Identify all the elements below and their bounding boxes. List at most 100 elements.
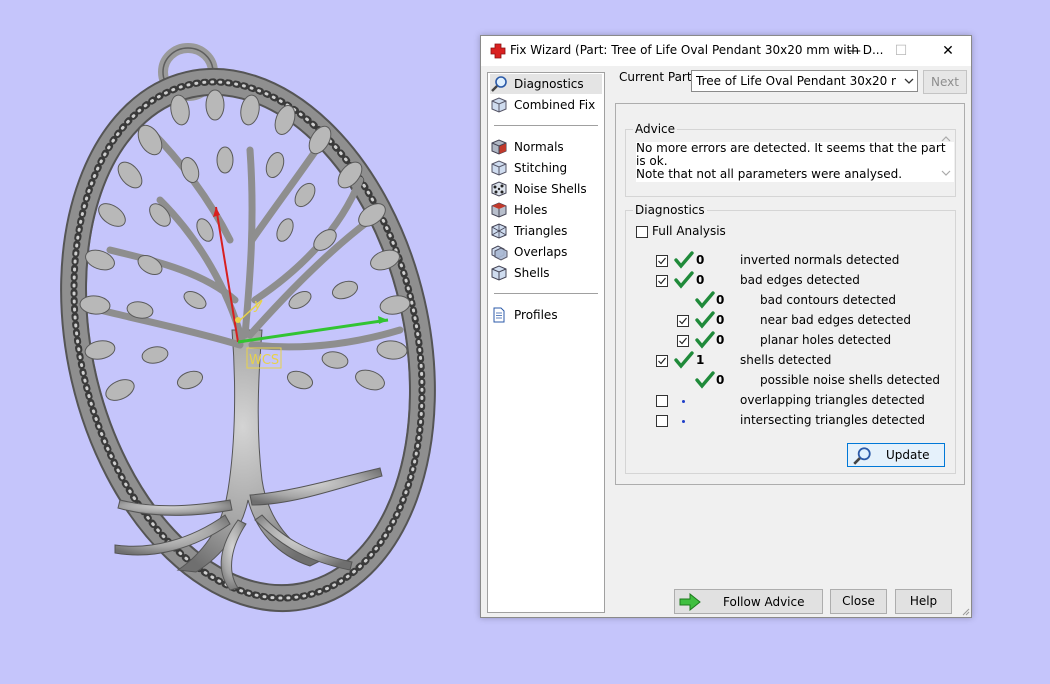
nav-item-noise-shells[interactable]: Noise Shells	[490, 179, 587, 199]
row-checkbox[interactable]	[656, 355, 668, 367]
follow-advice-button[interactable]: Follow Advice	[674, 589, 823, 614]
row-label: shells detected	[740, 353, 832, 367]
row-label: bad contours detected	[760, 293, 896, 307]
check-ok-icon	[674, 251, 694, 269]
chevron-down-icon	[904, 78, 914, 84]
row-label: possible noise shells detected	[760, 373, 941, 387]
help-button[interactable]: Help	[895, 589, 952, 614]
diagnostics-group-title: Diagnostics	[633, 203, 707, 217]
nav-item-stitching[interactable]: Stitching	[490, 158, 567, 178]
fix-wizard-dialog: Fix Wizard (Part: Tree of Life Oval Pend…	[480, 35, 972, 618]
content-panel: Advice No more errors are detected. It s…	[615, 103, 965, 485]
3d-viewport[interactable]: y WCS	[0, 0, 480, 681]
row-label: bad edges detected	[740, 273, 860, 287]
nav-item-label: Stitching	[514, 161, 568, 175]
current-part-select[interactable]: Tree of Life Oval Pendant 30x20 mm with …	[691, 70, 918, 92]
advice-text-line2: Note that not all parameters were analys…	[636, 167, 903, 181]
cube-icon	[490, 96, 508, 114]
row-checkbox[interactable]	[677, 315, 689, 327]
row-label: planar holes detected	[760, 333, 892, 347]
check-ok-icon	[695, 371, 715, 389]
overlaps-icon	[490, 243, 508, 261]
nav-item-label: Shells	[514, 266, 550, 280]
red-cross-icon	[490, 43, 506, 59]
full-analysis-checkbox[interactable]	[636, 226, 648, 238]
row-count: 0	[716, 373, 725, 387]
resize-grip-icon[interactable]	[960, 606, 970, 616]
current-part-value: Tree of Life Oval Pendant 30x20 mm with …	[696, 74, 896, 88]
triangles-icon	[490, 222, 508, 240]
nav-item-label: Normals	[514, 140, 564, 154]
nav-item-shells[interactable]: Shells	[490, 263, 550, 283]
nav-item-normals[interactable]: Normals	[490, 137, 564, 157]
nav-item-label: Holes	[514, 203, 548, 217]
pendant-model: y WCS	[60, 43, 436, 613]
noise-shells-icon	[490, 180, 508, 198]
close-button[interactable]: Close	[830, 589, 887, 614]
row-checkbox[interactable]	[656, 255, 668, 267]
row-count: 0	[696, 273, 705, 287]
row-count: 0	[716, 313, 725, 327]
nav-item-label: Diagnostics	[514, 77, 584, 91]
row-checkbox[interactable]	[656, 415, 668, 427]
row-checkbox[interactable]	[656, 275, 668, 287]
row-checkbox[interactable]	[677, 335, 689, 347]
advice-group-title: Advice	[633, 122, 678, 136]
document-icon	[490, 306, 508, 324]
next-button[interactable]: Next	[923, 70, 967, 94]
advice-text-box: No more errors are detected. It seems th…	[636, 142, 954, 182]
row-label: near bad edges detected	[760, 313, 911, 327]
maximize-button[interactable]: ☐	[878, 36, 924, 66]
nav-divider	[494, 125, 598, 126]
nav-item-holes[interactable]: Holes	[490, 200, 547, 220]
cube-icon	[490, 159, 508, 177]
row-count: 1	[696, 353, 705, 367]
window-title: Fix Wizard (Part: Tree of Life Oval Pend…	[510, 43, 884, 57]
check-ok-icon	[695, 291, 715, 309]
update-button[interactable]: Update	[847, 443, 945, 467]
magnifier-icon	[853, 447, 871, 465]
status-pending-icon	[682, 420, 685, 423]
advice-text-line1: No more errors are detected. It seems th…	[636, 141, 946, 168]
row-checkbox[interactable]	[656, 395, 668, 407]
nav-item-label: Profiles	[514, 308, 558, 322]
follow-advice-label: Follow Advice	[723, 595, 805, 609]
check-ok-icon	[674, 271, 694, 289]
nav-item-label: Overlaps	[514, 245, 568, 259]
update-label: Update	[886, 448, 930, 462]
row-label: overlapping triangles detected	[740, 393, 925, 407]
row-label: inverted normals detected	[740, 253, 900, 267]
row-count: 0	[696, 253, 705, 267]
magnifier-icon	[490, 75, 508, 93]
nav-item-label: Triangles	[514, 224, 568, 238]
row-count: 0	[716, 293, 725, 307]
wcs-label: WCS	[249, 353, 279, 368]
green-arrow-icon	[679, 593, 701, 611]
row-count: 0	[716, 333, 725, 347]
status-pending-icon	[682, 400, 685, 403]
nav-item-triangles[interactable]: Triangles	[490, 221, 567, 241]
advice-scrollbar[interactable]	[939, 132, 953, 180]
wizard-nav: Diagnostics Combined Fix Normals Stitchi…	[487, 72, 605, 613]
check-ok-icon	[695, 311, 715, 329]
row-label: intersecting triangles detected	[740, 413, 925, 427]
advice-group: Advice No more errors are detected. It s…	[625, 122, 956, 197]
nav-item-profiles[interactable]: Profiles	[490, 305, 558, 325]
y-axis-label: y	[253, 297, 263, 313]
nav-item-combined-fix[interactable]: Combined Fix	[490, 95, 595, 115]
title-bar[interactable]: Fix Wizard (Part: Tree of Life Oval Pend…	[481, 36, 971, 66]
close-window-button[interactable]: ✕	[925, 36, 971, 66]
nav-item-diagnostics[interactable]: Diagnostics	[490, 74, 602, 94]
minimize-button[interactable]: —	[831, 36, 877, 66]
nav-item-overlaps[interactable]: Overlaps	[490, 242, 567, 262]
nav-item-label: Combined Fix	[514, 98, 596, 112]
check-ok-icon	[695, 331, 715, 349]
shells-icon	[490, 264, 508, 282]
diagnostics-group: Diagnostics Full Analysis 0 inverted nor…	[625, 203, 956, 474]
nav-item-label: Noise Shells	[514, 182, 587, 196]
check-ok-icon	[674, 351, 694, 369]
full-analysis-label: Full Analysis	[652, 224, 726, 238]
normals-cube-icon	[490, 138, 508, 156]
tree	[114, 329, 383, 591]
nav-divider	[494, 293, 598, 294]
